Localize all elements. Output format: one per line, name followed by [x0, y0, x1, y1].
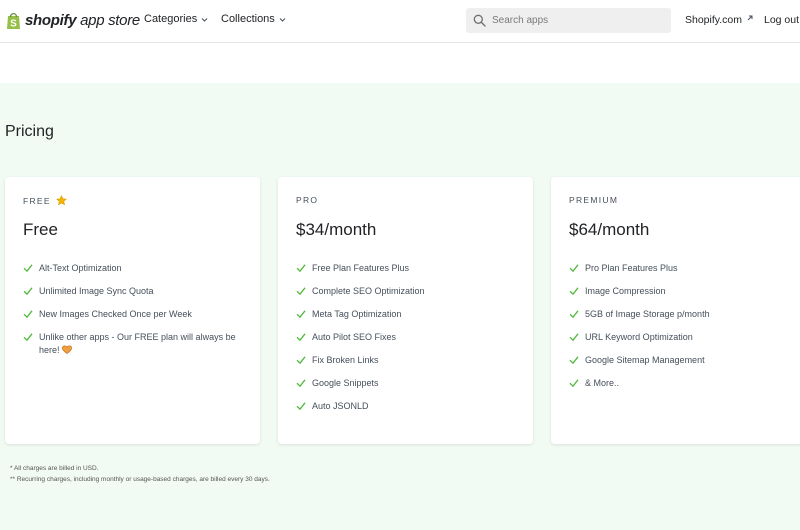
nav-categories[interactable]: Categories	[144, 13, 208, 25]
check-icon	[23, 333, 33, 342]
check-icon	[569, 356, 579, 365]
feature-item: & More..	[569, 377, 791, 390]
feature-text: Pro Plan Features Plus	[585, 263, 678, 273]
check-icon	[296, 402, 306, 411]
feature-item: Free Plan Features Plus	[296, 262, 518, 275]
check-icon	[296, 264, 306, 273]
plan-label: PRO	[296, 195, 318, 205]
plan-label: FREE	[23, 195, 67, 206]
plan-label-text: PREMIUM	[569, 195, 619, 205]
feature-text: Fix Broken Links	[312, 355, 379, 365]
logo-text: shopify app store	[25, 12, 140, 29]
feature-text: Meta Tag Optimization	[312, 309, 402, 319]
check-icon	[23, 287, 33, 296]
feature-text: Unlimited Image Sync Quota	[39, 286, 154, 296]
feature-item: Fix Broken Links	[296, 354, 518, 367]
feature-item: Unlimited Image Sync Quota	[23, 285, 245, 298]
feature-text: Alt-Text Optimization	[39, 263, 122, 273]
plan-label-text: PRO	[296, 195, 319, 205]
nav-collections[interactable]: Collections	[221, 13, 286, 25]
search-icon	[473, 14, 486, 27]
feature-text: Free Plan Features Plus	[312, 263, 410, 273]
check-icon	[23, 310, 33, 319]
check-icon	[296, 333, 306, 342]
feature-text-wrapper: Unlike other apps - Our FREE plan will a…	[39, 331, 245, 357]
external-link-icon	[747, 15, 753, 21]
feature-item: Complete SEO Optimization	[296, 285, 518, 298]
feature-item: URL Keyword Optimization	[569, 331, 791, 344]
shopping-bag-icon: S	[7, 12, 20, 29]
feature-list: Pro Plan Features Plus Image Compression…	[569, 262, 791, 400]
check-icon	[296, 356, 306, 365]
plan-price: $34/month	[296, 220, 377, 239]
feature-item: Unlike other apps - Our FREE plan will a…	[23, 331, 245, 357]
billing-footnotes: * All charges are billed in USD. ** Recu…	[10, 463, 270, 485]
feature-item: Image Compression	[569, 285, 791, 298]
check-icon	[569, 379, 579, 388]
plan-card-premium: PREMIUM $64/month Pro Plan Features Plus…	[551, 177, 800, 444]
nav-categories-label: Categories	[144, 13, 198, 25]
feature-list: Alt-Text Optimization Unlimited Image Sy…	[23, 262, 245, 367]
nav-collections-label: Collections	[221, 13, 275, 25]
section-title: Pricing	[5, 123, 54, 140]
feature-item: New Images Checked Once per Week	[23, 308, 245, 321]
plan-price: Free	[23, 220, 58, 239]
feature-text: Google Sitemap Management	[585, 355, 705, 365]
feature-item: Meta Tag Optimization	[296, 308, 518, 321]
check-icon	[569, 287, 579, 296]
check-icon	[569, 310, 579, 319]
plan-card-free: FREE Free Alt-Text Optimization Unlimite…	[5, 177, 260, 444]
logout-link[interactable]: Log out	[764, 14, 799, 26]
feature-item: Google Snippets	[296, 377, 518, 390]
feature-text: Auto JSONLD	[312, 401, 369, 411]
feature-text: Google Snippets	[312, 378, 379, 388]
check-icon	[569, 333, 579, 342]
heart-icon	[61, 345, 72, 354]
chevron-down-icon	[279, 17, 286, 22]
shopify-com-label: Shopify.com	[685, 14, 742, 26]
footnote-line: ** Recurring charges, including monthly …	[10, 476, 270, 483]
shopify-com-link[interactable]: Shopify.com	[685, 14, 753, 26]
chevron-down-icon	[201, 17, 208, 22]
logo-text-light: app store	[76, 11, 140, 29]
feature-text: Complete SEO Optimization	[312, 286, 425, 296]
feature-text: Image Compression	[585, 286, 666, 296]
feature-item: Auto JSONLD	[296, 400, 518, 413]
plan-label-text: FREE	[23, 195, 51, 206]
shopify-app-store-logo[interactable]: S shopify app store	[6, 9, 140, 31]
footnote-line: * All charges are billed in USD.	[10, 465, 99, 472]
top-navigation-bar: S shopify app store Categories Collectio…	[0, 0, 800, 43]
check-icon	[296, 310, 306, 319]
check-icon	[296, 287, 306, 296]
feature-item: 5GB of Image Storage p/month	[569, 308, 791, 321]
feature-text: Auto Pilot SEO Fixes	[312, 332, 397, 342]
feature-item: Alt-Text Optimization	[23, 262, 245, 275]
plan-label: PREMIUM	[569, 195, 618, 205]
plan-card-pro: PRO $34/month Free Plan Features Plus Co…	[278, 177, 533, 444]
check-icon	[23, 264, 33, 273]
feature-text: URL Keyword Optimization	[585, 332, 693, 342]
plan-price: $64/month	[569, 220, 650, 239]
feature-item: Google Sitemap Management	[569, 354, 791, 367]
feature-text: New Images Checked Once per Week	[39, 309, 192, 319]
feature-item: Auto Pilot SEO Fixes	[296, 331, 518, 344]
search-box[interactable]	[466, 8, 671, 33]
search-input[interactable]	[492, 15, 662, 26]
check-icon	[296, 379, 306, 388]
check-icon	[569, 264, 579, 273]
feature-text: & More..	[585, 378, 620, 388]
svg-text:S: S	[10, 18, 17, 29]
feature-item: Pro Plan Features Plus	[569, 262, 791, 275]
pricing-section: Pricing FREE Free Alt-Text Optimization …	[0, 83, 800, 530]
logo-text-strong: shopify	[25, 11, 77, 29]
star-icon	[55, 195, 67, 206]
feature-list: Free Plan Features Plus Complete SEO Opt…	[296, 262, 518, 423]
feature-text: 5GB of Image Storage p/month	[585, 309, 710, 319]
